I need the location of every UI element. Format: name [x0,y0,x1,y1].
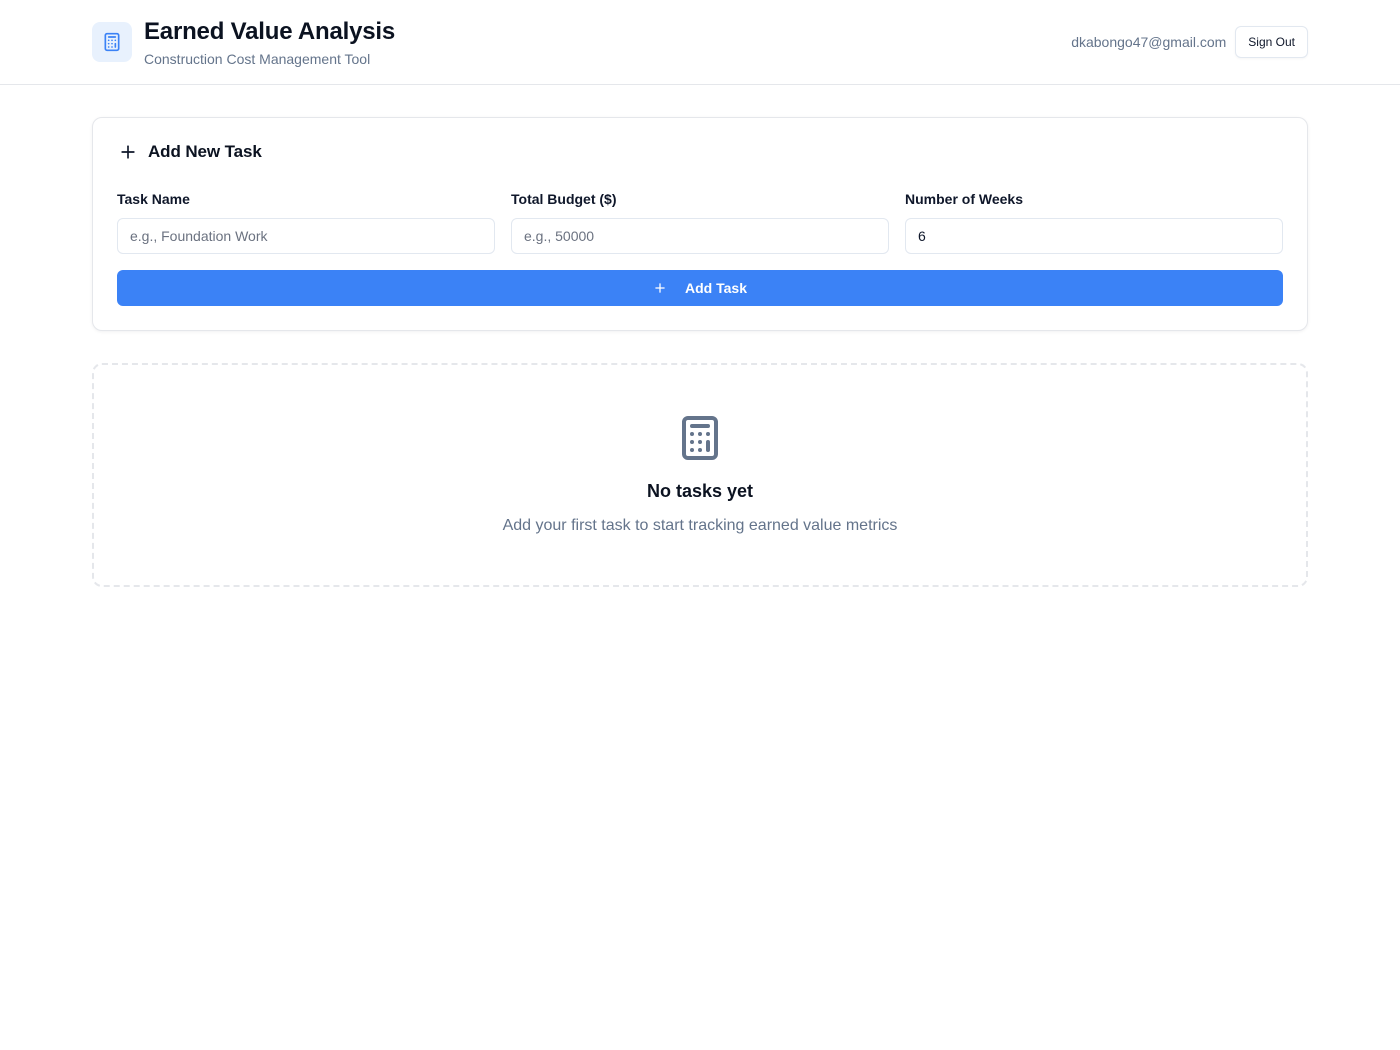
task-name-field: Task Name [117,190,495,254]
user-email: dkabongo47@gmail.com [1071,34,1227,50]
task-name-input[interactable] [117,218,495,254]
brand-text: Earned Value Analysis Construction Cost … [144,18,395,68]
plus-icon [655,283,665,293]
brand: Earned Value Analysis Construction Cost … [92,18,395,68]
app-title: Earned Value Analysis [144,18,396,45]
total-budget-label: Total Budget ($) [511,191,617,207]
task-name-label: Task Name [117,191,190,207]
add-task-button[interactable]: Add Task [117,270,1283,306]
app-subtitle: Construction Cost Management Tool [144,51,371,67]
plus-icon [121,145,135,159]
calculator-icon [682,416,718,460]
empty-state-title: No tasks yet [646,481,754,501]
number-of-weeks-field: Number of Weeks [905,190,1283,254]
add-task-card: Add New Task Task Name Total Budget ($) … [92,117,1308,331]
app-header: Earned Value Analysis Construction Cost … [0,0,1400,85]
sign-out-button[interactable]: Sign Out [1235,26,1308,58]
user-area: dkabongo47@gmail.com Sign Out [1071,26,1308,58]
card-title: Add New Task [148,142,262,161]
total-budget-input[interactable] [511,218,889,254]
add-task-button-label: Add Task [685,280,747,296]
number-of-weeks-label: Number of Weeks [905,191,1023,207]
card-header: Add New Task [118,142,262,162]
empty-state-description: Add your first task to start tracking ea… [502,517,898,534]
empty-state: No tasks yet Add your first task to star… [92,363,1308,587]
brand-logo [92,22,132,62]
total-budget-field: Total Budget ($) [511,190,889,254]
calculator-icon [104,32,120,52]
number-of-weeks-input[interactable] [905,218,1283,254]
